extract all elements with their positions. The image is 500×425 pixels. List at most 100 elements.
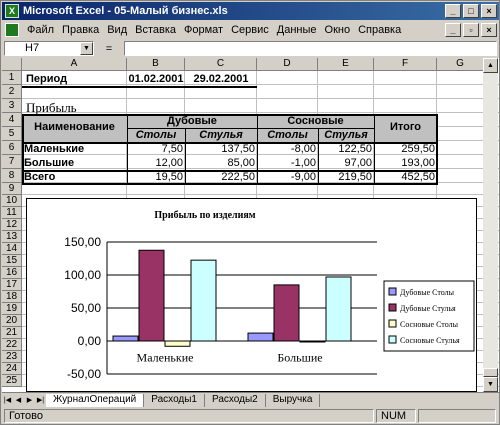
legend-label: Сосновые Стулья: [400, 336, 460, 345]
row-header-9[interactable]: 9: [2, 183, 22, 195]
doc-close-button[interactable]: ×: [481, 23, 497, 37]
tab-expenses2[interactable]: Расходы2: [205, 393, 266, 407]
tab-expenses1[interactable]: Расходы1: [144, 393, 205, 407]
menu-format[interactable]: Формат: [180, 24, 227, 36]
legend-swatch: [388, 335, 397, 344]
bar-2-2: [273, 284, 300, 342]
row-header-8[interactable]: 8: [2, 169, 22, 183]
y-tick-label: 150,00: [64, 235, 101, 249]
gridline-h: [22, 194, 499, 195]
bar-4-2: [325, 276, 352, 342]
tab-journal[interactable]: ЖурналОпераций: [46, 393, 145, 407]
legend-label: Дубовые Стулья: [400, 304, 456, 313]
title-bar: X Microsoft Excel - 05-Малый бизнес.xls …: [2, 2, 499, 20]
first-sheet-icon[interactable]: |◀: [2, 394, 13, 407]
row-header-17[interactable]: 17: [2, 279, 22, 291]
profit-chart[interactable]: Прибыль по изделиям 150,00 100,00 50,00 0,0…: [26, 198, 477, 392]
row-header-14[interactable]: 14: [2, 243, 22, 255]
row-header-20[interactable]: 20: [2, 315, 22, 327]
formula-input[interactable]: [124, 41, 497, 56]
tab-revenue[interactable]: Выручка: [265, 393, 321, 407]
minimize-button[interactable]: _: [445, 4, 461, 18]
col-header-b[interactable]: B: [127, 58, 185, 71]
doc-restore-button[interactable]: ▫: [463, 23, 479, 37]
select-all-corner[interactable]: [2, 58, 22, 71]
col-header-e[interactable]: E: [318, 58, 374, 71]
row-header-12[interactable]: 12: [2, 219, 22, 231]
next-sheet-icon[interactable]: ▶: [24, 394, 35, 407]
excel-app-icon[interactable]: X: [5, 4, 19, 18]
period-from[interactable]: 01.02.2001: [127, 72, 185, 86]
table-hline: [22, 142, 438, 144]
row-header-24[interactable]: 24: [2, 363, 22, 375]
legend-label: Дубовые Столы: [400, 288, 455, 297]
x-tick-label: Большие: [277, 351, 322, 365]
workbook-icon[interactable]: [5, 23, 19, 37]
y-tick-label: 100,00: [64, 268, 101, 282]
table-vline: [318, 128, 319, 185]
table-border: [22, 114, 438, 185]
close-button[interactable]: ×: [481, 4, 497, 18]
row-header-15[interactable]: 15: [2, 255, 22, 267]
bar-3-2: [299, 340, 326, 343]
row-header-2[interactable]: 2: [2, 85, 22, 99]
doc-minimize-button[interactable]: _: [445, 23, 461, 37]
menu-view[interactable]: Вид: [103, 24, 131, 36]
window-title: Microsoft Excel - 05-Малый бизнес.xls: [23, 5, 228, 17]
sheet-tab-bar: |◀ ◀ ▶ ▶| ЖурналОпераций Расходы1 Расход…: [2, 392, 499, 407]
row-header-3[interactable]: 3: [2, 99, 22, 113]
maximize-button[interactable]: □: [463, 4, 479, 18]
period-underline: [22, 86, 257, 88]
worksheet-grid[interactable]: A B C D E F G 1 2 3 4 5 6 7 8 9 10 11 12 13 14 15 16 17 1…: [2, 58, 499, 392]
menu-insert[interactable]: Вставка: [131, 24, 180, 36]
row-header-1[interactable]: 1: [2, 71, 22, 85]
chart-svg: Прибыль по изделиям 150,00 100,00 50,00 0,0…: [64, 210, 475, 381]
table-vline: [374, 114, 375, 185]
bar-2-1: [138, 249, 165, 342]
scroll-down-icon[interactable]: ▼: [483, 377, 498, 392]
menu-bar: Файл Правка Вид Вставка Формат Сервис Да…: [2, 21, 499, 39]
menu-data[interactable]: Данные: [273, 24, 321, 36]
row-header-22[interactable]: 22: [2, 339, 22, 351]
row-header-21[interactable]: 21: [2, 327, 22, 339]
row-header-23[interactable]: 23: [2, 351, 22, 363]
row-header-18[interactable]: 18: [2, 291, 22, 303]
row-header-16[interactable]: 16: [2, 267, 22, 279]
scroll-up-icon[interactable]: ▲: [483, 58, 498, 73]
menu-window[interactable]: Окно: [321, 24, 355, 36]
row-header-13[interactable]: 13: [2, 231, 22, 243]
menu-tools[interactable]: Сервис: [227, 24, 273, 36]
row-header-19[interactable]: 19: [2, 303, 22, 315]
row-header-7[interactable]: 7: [2, 155, 22, 169]
col-header-g[interactable]: G: [437, 58, 484, 71]
name-box-value: H7: [25, 42, 40, 54]
bar-1-1: [112, 335, 139, 342]
menu-help[interactable]: Справка: [354, 24, 405, 36]
prev-sheet-icon[interactable]: ◀: [13, 394, 24, 407]
col-header-a[interactable]: A: [22, 58, 127, 71]
row-header-25[interactable]: 25: [2, 375, 22, 387]
last-sheet-icon[interactable]: ▶|: [35, 394, 46, 407]
x-tick-label: Маленькие: [137, 351, 194, 365]
table-vline: [257, 114, 258, 185]
bar-3-1: [164, 340, 191, 347]
row-header-11[interactable]: 11: [2, 207, 22, 219]
col-header-c[interactable]: C: [185, 58, 257, 71]
col-header-f[interactable]: F: [374, 58, 437, 71]
scroll-thumb[interactable]: [483, 368, 498, 377]
name-box[interactable]: H7 ▼: [4, 41, 94, 56]
legend-swatch: [388, 303, 397, 312]
table-hline: [127, 128, 374, 129]
y-tick-label: 0,00: [78, 334, 102, 348]
vertical-scrollbar[interactable]: ▲ ▼: [483, 58, 498, 392]
menu-edit[interactable]: Правка: [58, 24, 103, 36]
chevron-down-icon[interactable]: ▼: [80, 42, 93, 55]
period-to[interactable]: 29.02.2001: [185, 72, 257, 86]
row-header-4[interactable]: 4: [2, 113, 22, 127]
row-header-5[interactable]: 5: [2, 127, 22, 141]
menu-file[interactable]: Файл: [23, 24, 58, 36]
row-header-10[interactable]: 10: [2, 195, 22, 207]
col-header-d[interactable]: D: [257, 58, 318, 71]
period-label[interactable]: Период: [26, 72, 126, 86]
row-header-6[interactable]: 6: [2, 141, 22, 155]
